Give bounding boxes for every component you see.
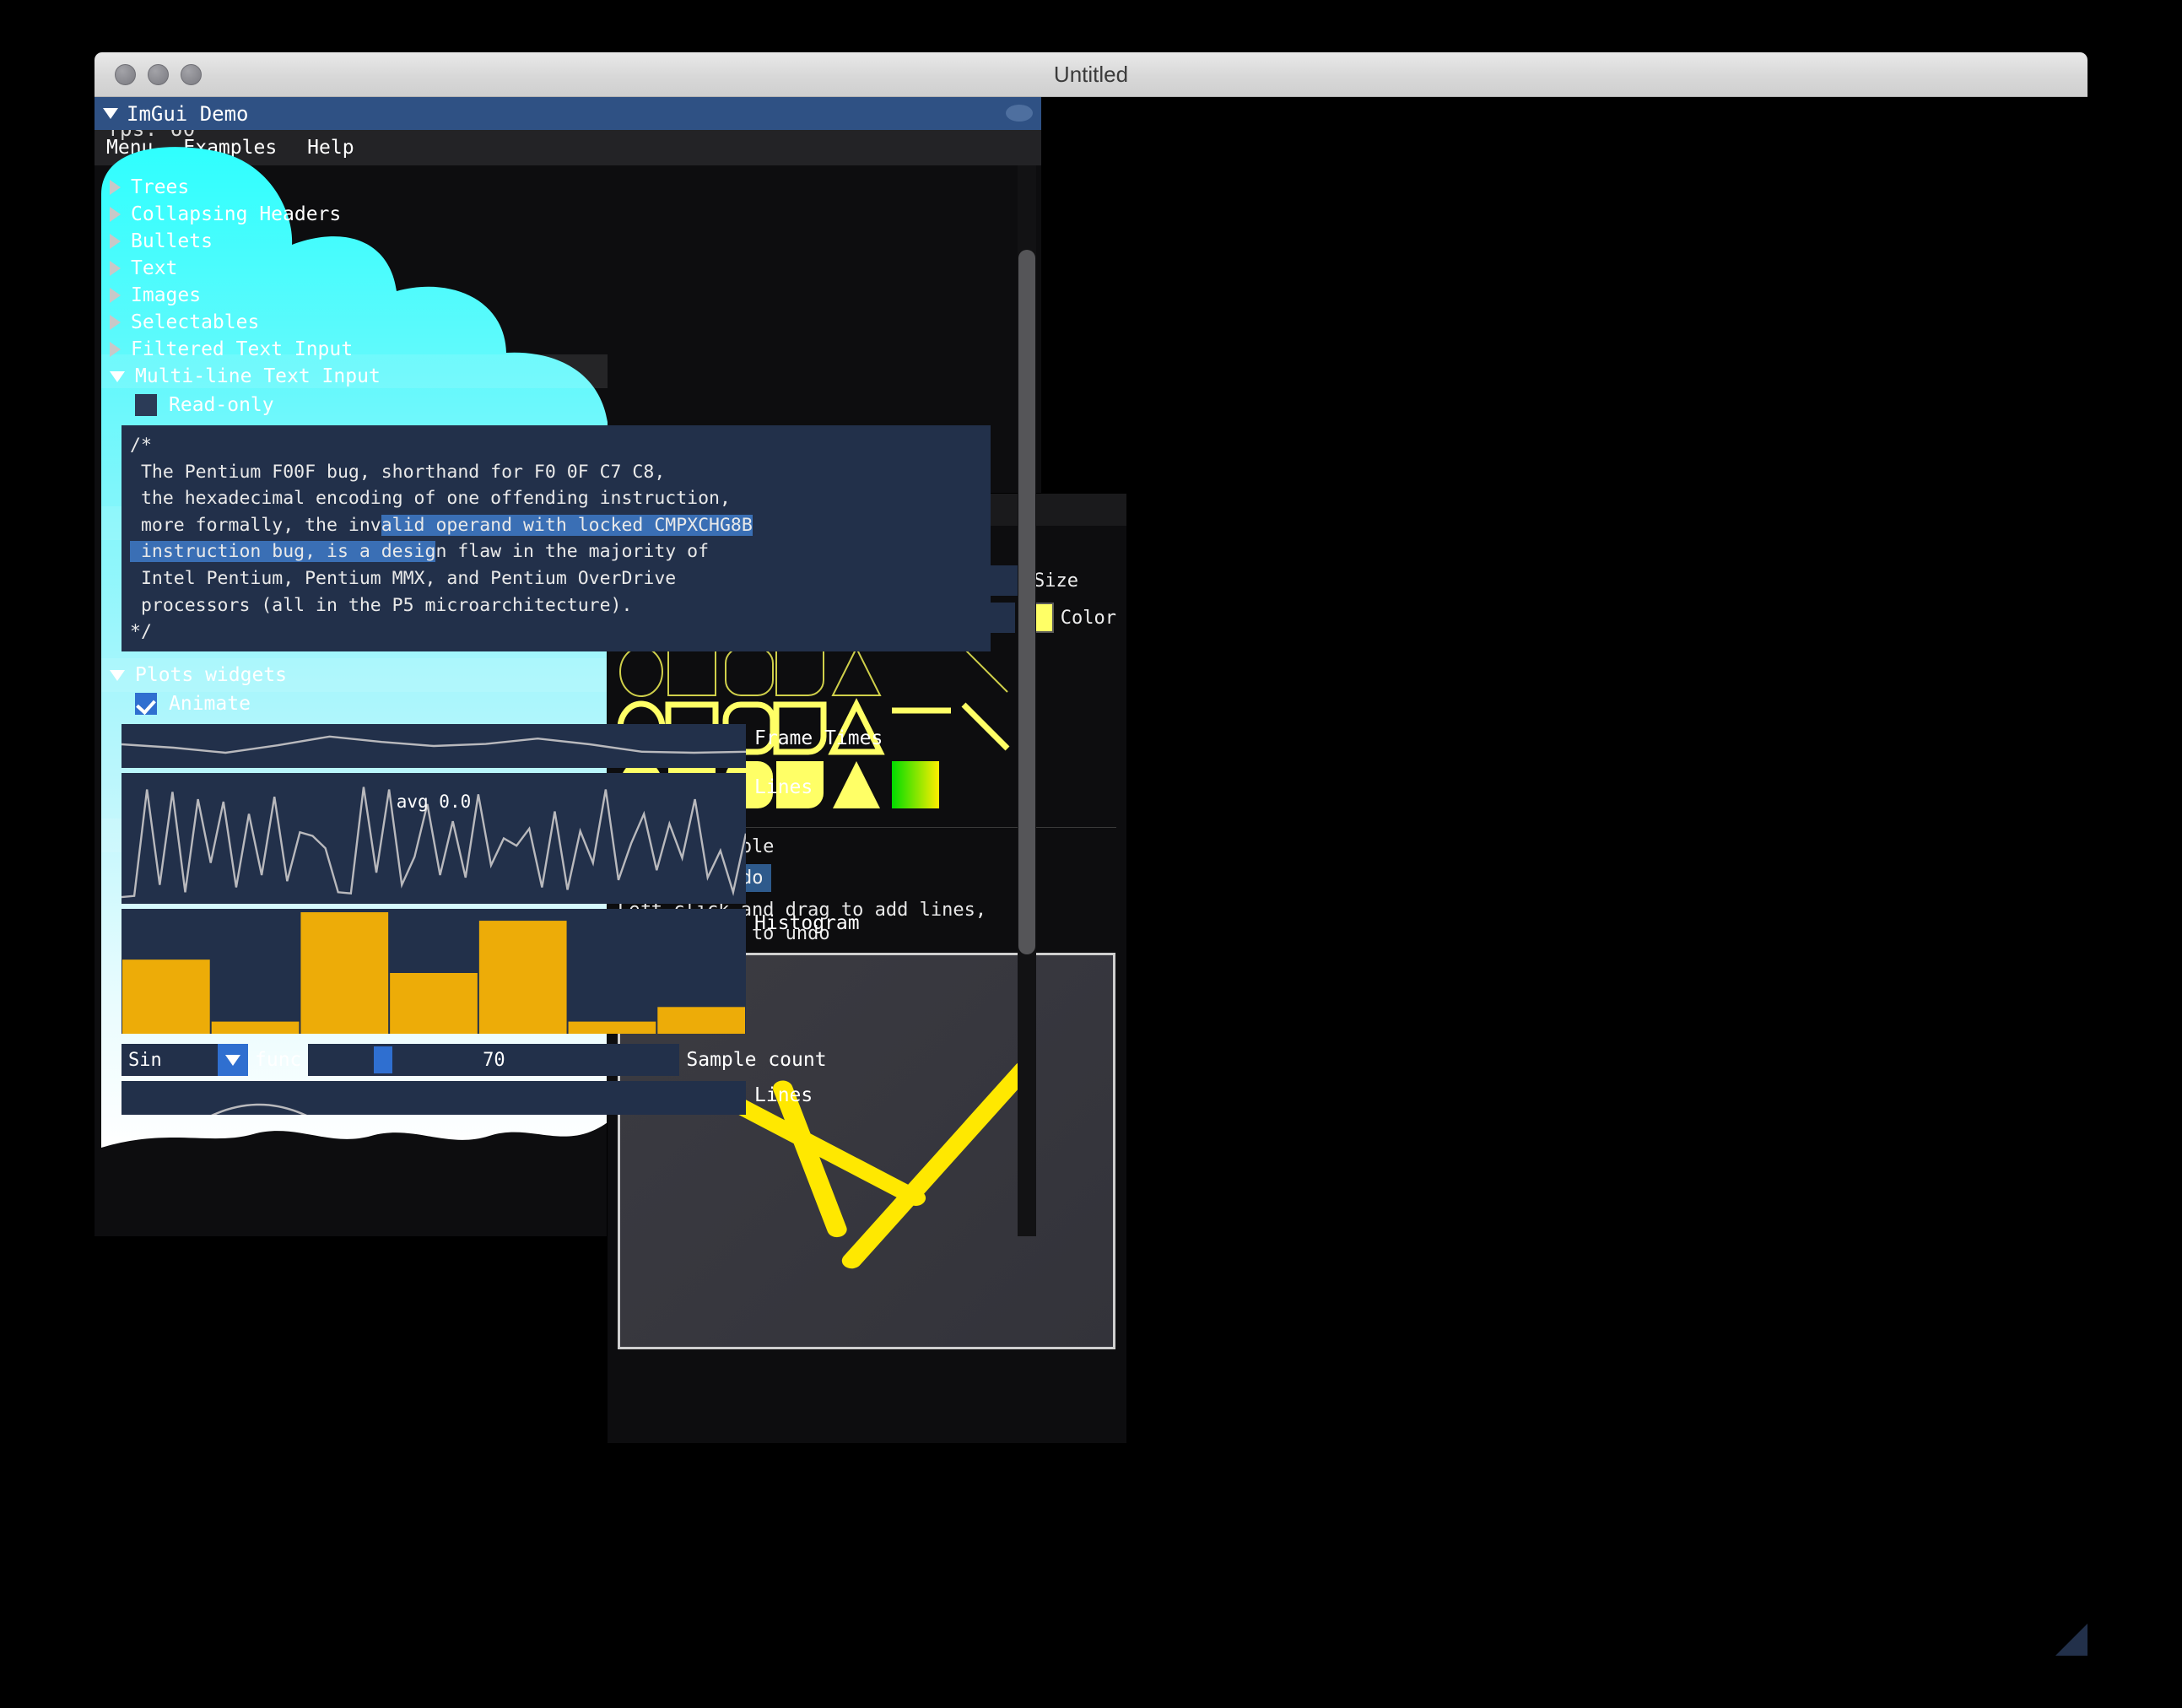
tree-node-label: Trees bbox=[131, 176, 190, 198]
tree-node-trees[interactable]: Trees bbox=[103, 174, 1014, 201]
chevron-down-icon bbox=[110, 669, 125, 681]
frame-times-plot[interactable] bbox=[122, 724, 746, 768]
imgui-demo-scroll-area: Trees Collapsing Headers Bullets Text Im… bbox=[95, 165, 1014, 1115]
tree-node-label: Images bbox=[131, 284, 202, 306]
lines-plot[interactable]: avg 0.0 bbox=[122, 773, 746, 904]
readonly-checkbox[interactable] bbox=[135, 394, 157, 416]
histogram-row: Histogram bbox=[122, 909, 1014, 1034]
imgui-demo-title: ImGui Demo bbox=[127, 101, 249, 126]
imgui-demo-window[interactable]: ImGui Demo Menu Examples Help Trees Coll… bbox=[95, 97, 2087, 1656]
text-line: */ bbox=[130, 621, 152, 643]
window-title: Untitled bbox=[1053, 61, 1129, 87]
chevron-right-icon bbox=[110, 234, 121, 249]
multiline-text-input[interactable]: /* The Pentium F00F bug, shorthand for F… bbox=[122, 425, 991, 651]
traffic-light-group bbox=[115, 52, 202, 97]
animate-checkbox[interactable] bbox=[135, 693, 157, 715]
imgui-demo-content: Trees Collapsing Headers Bullets Text Im… bbox=[95, 165, 1041, 1236]
tree-node-images[interactable]: Images bbox=[103, 282, 1014, 309]
text-line: the hexadecimal encoding of one offendin… bbox=[130, 488, 731, 510]
tree-node-collapsing-headers[interactable]: Collapsing Headers bbox=[103, 201, 1014, 228]
tree-node-label: Filtered Text Input bbox=[131, 338, 354, 360]
lines-plot-label: Lines bbox=[754, 776, 813, 798]
close-button[interactable] bbox=[115, 64, 136, 85]
zoom-button[interactable] bbox=[181, 64, 202, 85]
selected-text: alid operand with locked CMPXCHG8B bbox=[381, 514, 753, 536]
tree-node-basic-clipped[interactable] bbox=[103, 165, 1014, 174]
readonly-checkbox-label: Read-only bbox=[169, 394, 274, 416]
text-line-partial: n flaw in the majority of bbox=[435, 541, 710, 563]
chevron-right-icon bbox=[110, 288, 121, 303]
window-resize-grip[interactable] bbox=[2055, 1624, 2087, 1656]
text-line: /* bbox=[130, 435, 152, 456]
tree-node-bullets[interactable]: Bullets bbox=[103, 228, 1014, 255]
chevron-right-icon bbox=[110, 180, 121, 195]
tree-node-label: Plots widgets bbox=[135, 664, 288, 686]
animate-checkbox-row[interactable]: Animate bbox=[103, 689, 1014, 719]
sample-count-label: Sample count bbox=[686, 1049, 827, 1071]
slider-grab-handle[interactable] bbox=[374, 1046, 393, 1073]
tree-node-selectables[interactable]: Selectables bbox=[103, 309, 1014, 336]
chevron-right-icon bbox=[110, 342, 121, 357]
sample-count-value: 70 bbox=[483, 1049, 505, 1071]
lines-plot-overlay: avg 0.0 bbox=[396, 792, 472, 812]
bottom-lines-row: Lines bbox=[122, 1081, 1014, 1115]
chevron-down-icon[interactable] bbox=[218, 1044, 248, 1076]
tree-node-plots-widgets[interactable]: Plots widgets bbox=[103, 662, 1014, 689]
text-line: The Pentium F00F bug, shorthand for F0 0… bbox=[130, 461, 666, 483]
window-collapse-button[interactable] bbox=[1006, 105, 1033, 122]
animate-checkbox-label: Animate bbox=[169, 693, 251, 715]
frame-times-row: Frame Times bbox=[122, 724, 1014, 768]
application-window: Untitled fps: 60 bbox=[95, 52, 2087, 1656]
lines-plot-row: avg 0.0 Lines bbox=[122, 773, 1014, 904]
bottom-lines-label: Lines bbox=[754, 1084, 813, 1106]
func-label: func bbox=[255, 1049, 302, 1071]
chevron-right-icon bbox=[110, 315, 121, 330]
collapse-triangle-icon[interactable] bbox=[103, 108, 118, 119]
tree-node-filtered-text-input[interactable]: Filtered Text Input bbox=[103, 336, 1014, 363]
func-and-samples-row: Sin func 70 Sample count bbox=[122, 1044, 1014, 1076]
chevron-down-icon bbox=[110, 370, 125, 382]
func-combo[interactable]: Sin bbox=[122, 1044, 248, 1076]
imgui-demo-titlebar[interactable]: ImGui Demo bbox=[95, 97, 1041, 130]
vertical-scrollbar-thumb[interactable] bbox=[1018, 250, 1035, 954]
histogram-label: Histogram bbox=[754, 912, 860, 934]
tree-node-text[interactable]: Text bbox=[103, 255, 1014, 282]
text-line-partial: more formally, the inv bbox=[130, 514, 381, 536]
tree-node-multiline-text-input[interactable]: Multi-line Text Input bbox=[103, 363, 1014, 390]
minimize-button[interactable] bbox=[148, 64, 169, 85]
tree-node-label: Collapsing Headers bbox=[131, 203, 342, 225]
window-titlebar[interactable]: Untitled bbox=[95, 52, 2087, 97]
histogram-plot[interactable] bbox=[122, 909, 746, 1034]
sample-count-slider[interactable]: 70 bbox=[308, 1044, 680, 1076]
bottom-lines-plot[interactable] bbox=[122, 1081, 746, 1115]
func-combo-value: Sin bbox=[128, 1049, 162, 1071]
tree-node-label: Selectables bbox=[131, 311, 260, 333]
frame-times-label: Frame Times bbox=[754, 727, 883, 749]
tree-node-label: Text bbox=[131, 257, 178, 279]
tree-node-label: Bullets bbox=[131, 230, 213, 252]
color-label: Color bbox=[1060, 607, 1117, 629]
text-line: Intel Pentium, Pentium MMX, and Pentium … bbox=[130, 567, 677, 589]
selected-text: instruction bug, is a desig bbox=[130, 541, 436, 563]
chevron-right-icon bbox=[110, 207, 121, 222]
tree-node-label: Multi-line Text Input bbox=[135, 365, 381, 387]
chevron-right-icon bbox=[110, 261, 121, 276]
readonly-checkbox-row[interactable]: Read-only bbox=[103, 390, 1014, 420]
text-line: processors (all in the P5 microarchitect… bbox=[130, 594, 633, 616]
app-render-surface: fps: 60 bbox=[95, 97, 2087, 1656]
